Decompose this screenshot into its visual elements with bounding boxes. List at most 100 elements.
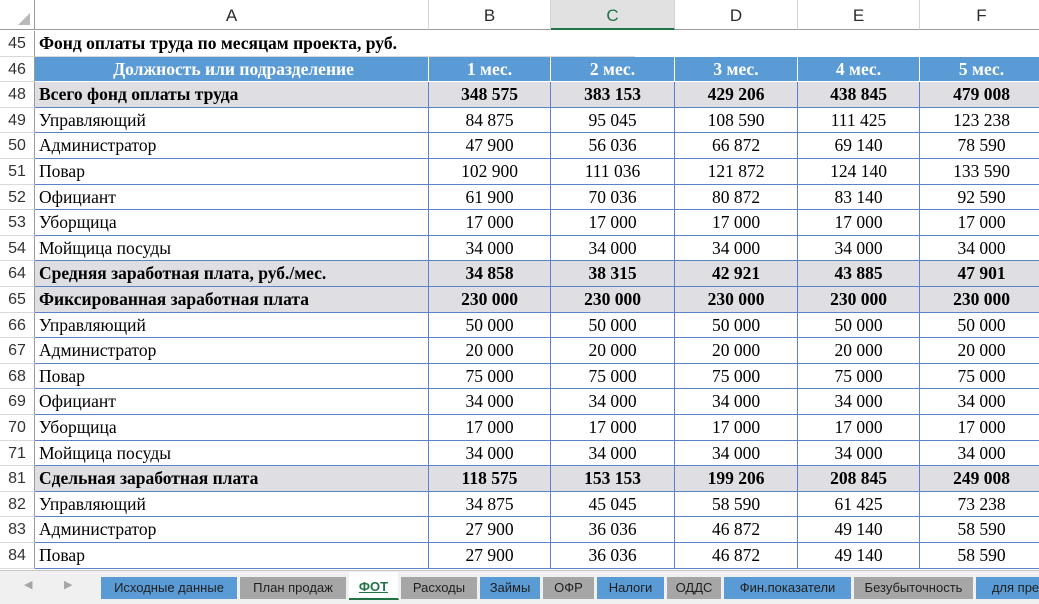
cell-value[interactable]: 383 153: [551, 82, 675, 108]
cell-label[interactable]: Фиксированная заработная плата: [35, 287, 429, 313]
cell-value[interactable]: 27 900: [429, 517, 551, 543]
cell-value[interactable]: 20 000: [429, 338, 551, 364]
cell-value[interactable]: 20 000: [798, 338, 920, 364]
cell-value[interactable]: 61 900: [429, 184, 551, 211]
cell-value[interactable]: 58 590: [920, 543, 1039, 569]
cell-label[interactable]: Средняя заработная плата, руб./мес.: [35, 261, 429, 287]
cell-value[interactable]: 17 000: [551, 415, 675, 441]
cell-label[interactable]: Официант: [35, 389, 429, 415]
cell-value[interactable]: 47 900: [429, 133, 551, 159]
cell-value[interactable]: 34 000: [675, 235, 798, 262]
cell-label[interactable]: Уборщица: [35, 210, 429, 236]
cell-label[interactable]: Администратор: [35, 517, 429, 543]
cell-value[interactable]: 46 872: [675, 517, 798, 543]
cell-value[interactable]: 34 000: [551, 440, 675, 467]
row-number[interactable]: 46: [0, 56, 35, 83]
cell-value[interactable]: 230 000: [920, 287, 1039, 313]
cell-value[interactable]: 34 000: [798, 389, 920, 415]
cell-value[interactable]: 34 858: [429, 261, 551, 287]
cell-value[interactable]: 66 872: [675, 133, 798, 159]
sheet-tab[interactable]: Исходные данные: [101, 577, 238, 599]
row-number[interactable]: 84: [0, 543, 35, 569]
column-header-e[interactable]: E: [798, 0, 920, 30]
cell-value[interactable]: 17 000: [551, 210, 675, 236]
cell-value[interactable]: 20 000: [675, 338, 798, 364]
cell-value[interactable]: 17 000: [675, 415, 798, 441]
row-number[interactable]: 81: [0, 466, 35, 492]
cell-value[interactable]: 230 000: [798, 287, 920, 313]
cell-value[interactable]: 75 000: [675, 363, 798, 390]
cell-value[interactable]: 34 000: [920, 441, 1039, 467]
cell-value[interactable]: 95 045: [551, 107, 675, 134]
select-all-button[interactable]: [0, 0, 35, 30]
cell-value[interactable]: 47 901: [920, 261, 1039, 287]
sheet-tab[interactable]: ОФР: [543, 577, 595, 599]
sheet-tab[interactable]: ОДДС: [667, 577, 722, 599]
row-number[interactable]: 50: [0, 133, 35, 159]
cell-value[interactable]: 34 000: [798, 235, 920, 262]
cell-value[interactable]: 80 872: [675, 184, 798, 211]
cell-value[interactable]: 3 мес.: [675, 56, 798, 83]
cell-value[interactable]: 34 000: [429, 440, 551, 467]
cell-value[interactable]: 38 315: [551, 261, 675, 287]
cell-label[interactable]: Официант: [35, 184, 429, 211]
sheet-tab[interactable]: Расходы: [401, 577, 478, 599]
cell-value[interactable]: 49 140: [798, 543, 920, 569]
cell-value[interactable]: 153 153: [551, 466, 675, 492]
cell-value[interactable]: 34 000: [675, 389, 798, 415]
column-header-c[interactable]: C: [551, 0, 675, 30]
cell-value[interactable]: 124 140: [798, 159, 920, 185]
row-number[interactable]: 48: [0, 82, 35, 108]
row-number[interactable]: 54: [0, 235, 35, 262]
cell-label[interactable]: Администратор: [35, 133, 429, 159]
cell-value[interactable]: 438 845: [798, 82, 920, 108]
cell-label[interactable]: Мойщица посуды: [35, 440, 429, 467]
cell-value[interactable]: 108 590: [675, 107, 798, 134]
cell-value[interactable]: 83 140: [798, 184, 920, 211]
cell-value[interactable]: 348 575: [429, 82, 551, 108]
cell-label[interactable]: Мойщица посуды: [35, 235, 429, 262]
row-number[interactable]: 45: [0, 31, 35, 57]
cell-label[interactable]: Администратор: [35, 338, 429, 364]
sheet-tab[interactable]: План продаж: [240, 577, 347, 599]
cell-label[interactable]: Управляющий: [35, 312, 429, 339]
cell-value[interactable]: 73 238: [920, 492, 1039, 518]
cell-value[interactable]: 46 872: [675, 543, 798, 569]
cell-value[interactable]: 123 238: [920, 108, 1039, 134]
row-number[interactable]: 71: [0, 440, 35, 467]
row-number[interactable]: 69: [0, 389, 35, 415]
cell-value[interactable]: 17 000: [798, 415, 920, 441]
cell-value[interactable]: 4 мес.: [798, 56, 920, 83]
cell-value[interactable]: 45 045: [551, 491, 675, 518]
row-number[interactable]: 65: [0, 287, 35, 313]
cell-value[interactable]: 17 000: [798, 210, 920, 236]
cell-value[interactable]: 50 000: [798, 312, 920, 339]
cell-value[interactable]: 27 900: [429, 543, 551, 569]
cell-value[interactable]: 17 000: [920, 415, 1039, 441]
cell-value[interactable]: 249 008: [920, 466, 1039, 492]
cell-label[interactable]: Должность или подразделение: [35, 56, 429, 83]
cell-value[interactable]: 20 000: [551, 338, 675, 364]
cell-label[interactable]: Фонд оплаты труда по месяцам проекта, ру…: [35, 31, 635, 57]
cell-value[interactable]: 17 000: [429, 415, 551, 441]
cell-value[interactable]: 111 036: [551, 159, 675, 185]
sheet-tab[interactable]: для пре: [976, 577, 1039, 599]
row-number[interactable]: 83: [0, 517, 35, 543]
cell-value[interactable]: 78 590: [920, 133, 1039, 159]
sheet-tab[interactable]: Налоги: [597, 577, 665, 599]
cell-value[interactable]: 1 мес.: [429, 56, 551, 83]
column-header-a[interactable]: A: [35, 0, 429, 30]
cell-value[interactable]: 34 000: [551, 389, 675, 415]
cell-value[interactable]: 50 000: [920, 313, 1039, 339]
cell-value[interactable]: 17 000: [920, 210, 1039, 236]
sheet-tab[interactable]: ФОТ: [349, 572, 399, 600]
cell-value[interactable]: 133 590: [920, 159, 1039, 185]
cell-value[interactable]: 102 900: [429, 159, 551, 185]
cell-value[interactable]: 75 000: [798, 363, 920, 390]
row-number[interactable]: 70: [0, 415, 35, 441]
cell-value[interactable]: 34 000: [429, 235, 551, 262]
cell-value[interactable]: 50 000: [675, 312, 798, 339]
sheet-tab[interactable]: Безубыточность: [854, 577, 974, 599]
cell-value[interactable]: 17 000: [675, 210, 798, 236]
cell-value[interactable]: 230 000: [429, 287, 551, 313]
